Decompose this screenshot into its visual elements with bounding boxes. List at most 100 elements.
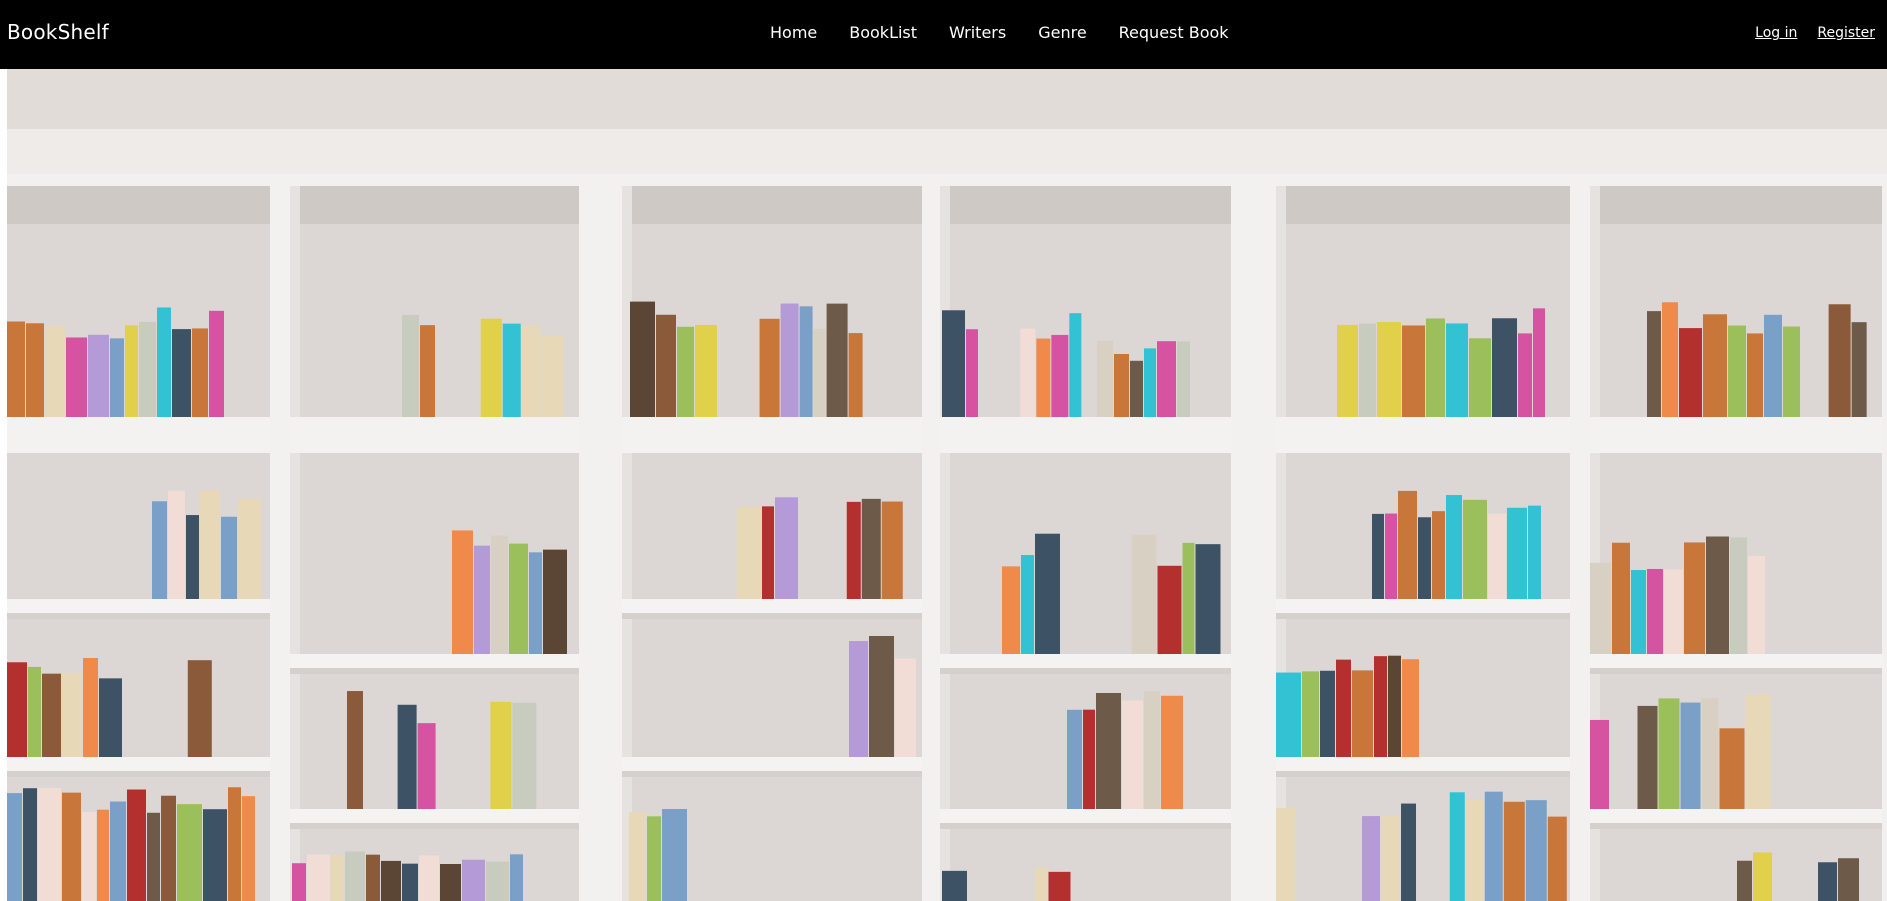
book-spine: [1036, 338, 1051, 417]
nav-link-writers[interactable]: Writers: [949, 23, 1006, 42]
book-spine: [82, 812, 96, 901]
nav-link-home[interactable]: Home: [770, 23, 817, 42]
book-spine: [529, 552, 542, 654]
shelf-shadow: [7, 184, 270, 224]
book-spine: [846, 501, 861, 599]
book-spine: [7, 662, 27, 757]
book-spine: [1730, 537, 1747, 654]
shelf-board: [1276, 599, 1570, 613]
book-spine: [1764, 314, 1782, 417]
shelf-board-shadow: [940, 823, 1231, 829]
shelf-board: [1590, 809, 1882, 823]
book-spine: [168, 490, 185, 599]
book-spine: [1662, 302, 1678, 417]
shelf-board: [7, 599, 270, 613]
main-shelf-board: [940, 417, 1231, 453]
shelf-shadow: [622, 184, 922, 224]
book-spine: [1096, 692, 1121, 809]
shelf-board-shadow: [1590, 823, 1882, 829]
book-spine: [1362, 816, 1381, 901]
book-spine: [187, 660, 212, 757]
book-spine: [662, 808, 687, 901]
book-spine: [942, 870, 967, 901]
book-spine: [1745, 694, 1771, 809]
book-spine: [1144, 691, 1160, 809]
book-spine: [1851, 322, 1867, 417]
book-spine: [381, 860, 401, 901]
shelf-board-shadow: [7, 613, 270, 619]
book-spine: [677, 326, 694, 417]
shelf-divider: [922, 174, 940, 901]
book-spine: [42, 673, 61, 757]
book-spine: [848, 333, 863, 417]
book-spine: [490, 701, 512, 809]
book-spine: [512, 702, 537, 809]
shelf-board: [940, 809, 1231, 823]
book-spine: [417, 723, 436, 809]
book-spine: [110, 801, 126, 901]
book-spine: [1463, 499, 1487, 599]
book-spine: [491, 535, 508, 654]
shelf-divider: [1231, 174, 1276, 901]
book-spine: [509, 543, 528, 654]
main-nav: Home BookList Writers Genre Request Book: [770, 23, 1261, 42]
book-spine: [1664, 569, 1683, 654]
book-spine: [1035, 533, 1060, 654]
book-spine: [147, 812, 160, 901]
book-spine: [192, 328, 208, 417]
book-spine: [486, 861, 509, 901]
book-spine: [1048, 871, 1071, 901]
book-spine: [1818, 862, 1838, 901]
book-spine: [1035, 867, 1048, 901]
book-spine: [656, 314, 676, 417]
book-spine: [1388, 655, 1401, 757]
book-spine: [419, 855, 439, 901]
book-spine: [26, 323, 44, 417]
nav-link-request-book[interactable]: Request Book: [1119, 23, 1229, 42]
book-spine: [452, 530, 473, 654]
book-spine: [1069, 313, 1082, 417]
shelf-board-shadow: [622, 771, 922, 777]
main-shelf-board: [622, 417, 922, 453]
book-spine: [1631, 569, 1646, 654]
book-spine: [1525, 800, 1547, 901]
shelf-board-shadow: [1276, 771, 1570, 777]
book-spine: [1157, 341, 1176, 417]
book-spine: [172, 329, 191, 417]
book-spine: [1679, 328, 1702, 417]
shelf-shadow: [1590, 184, 1882, 224]
login-link[interactable]: Log in: [1755, 25, 1797, 41]
book-spine: [480, 318, 502, 417]
hero-bookshelf-image: [7, 69, 1887, 901]
shelf-board: [622, 599, 922, 613]
book-spine: [1352, 670, 1373, 757]
book-spine: [1377, 322, 1401, 417]
book-spine: [1131, 534, 1157, 654]
register-link[interactable]: Register: [1817, 25, 1875, 41]
book-spine: [1658, 698, 1680, 809]
book-spine: [1320, 670, 1335, 757]
book-spine: [97, 809, 109, 901]
book-spine: [125, 325, 138, 417]
nav-link-genre[interactable]: Genre: [1038, 23, 1086, 42]
book-spine: [737, 506, 761, 599]
book-spine: [1161, 695, 1183, 809]
book-spine: [1402, 659, 1419, 757]
shelf-board: [1276, 757, 1570, 771]
main-shelf-board: [7, 417, 270, 453]
book-spine: [186, 515, 199, 599]
book-spine: [1703, 314, 1727, 417]
brand-logo-link[interactable]: BookShelf: [7, 20, 109, 44]
book-spine: [1706, 536, 1729, 654]
book-spine: [1359, 323, 1376, 417]
shelf-divider: [1570, 174, 1590, 901]
book-spine: [366, 854, 380, 901]
nav-link-booklist[interactable]: BookList: [849, 23, 917, 42]
book-spine: [543, 549, 567, 654]
book-spine: [826, 303, 848, 417]
book-spine: [942, 310, 965, 417]
book-spine: [1590, 719, 1609, 809]
book-spine: [228, 787, 241, 901]
shelf-board-shadow: [7, 771, 270, 777]
shelf-board-shadow: [940, 668, 1231, 674]
